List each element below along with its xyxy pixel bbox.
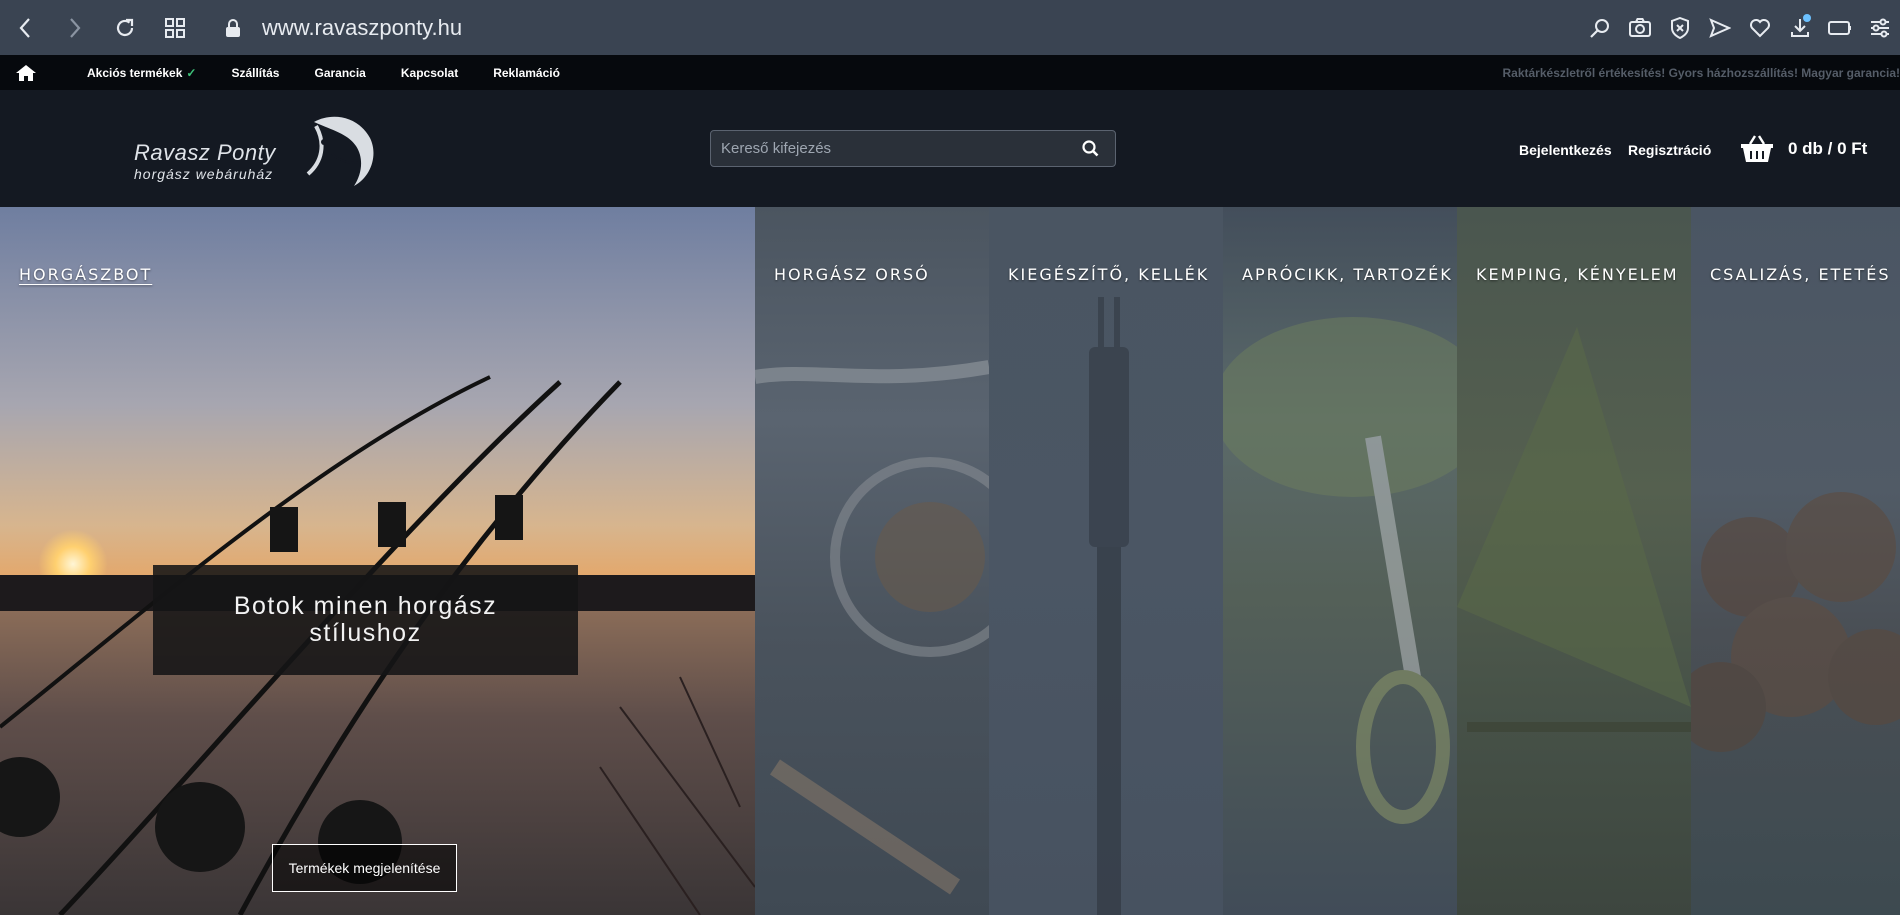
category-label-csalizas-etetes[interactable]: CSALIZÁS, ETETÉS bbox=[1710, 265, 1890, 284]
forward-icon[interactable] bbox=[50, 0, 100, 55]
search-input[interactable] bbox=[711, 131, 1065, 166]
site-logo[interactable]: Ravasz Ponty horgász webáruház bbox=[132, 104, 382, 194]
search-box bbox=[710, 130, 1116, 167]
bite-alarm-illustration bbox=[1089, 297, 1129, 915]
fishing-rods-illustration bbox=[0, 375, 755, 915]
browser-toolbar: www.ravaszponty.hu bbox=[0, 0, 1900, 55]
category-label-kemping-kenyelem[interactable]: KEMPING, KÉNYELEM bbox=[1476, 265, 1679, 284]
site-header: Ravasz Ponty horgász webáruház Bejelentk… bbox=[0, 90, 1900, 207]
logo-subtitle: horgász webáruház bbox=[134, 166, 274, 182]
cart-button[interactable]: 0 db / 0 Ft bbox=[1740, 134, 1867, 164]
show-products-button[interactable]: Termékek megjelenítése bbox=[272, 844, 457, 892]
nav-link-garancia[interactable]: Garancia bbox=[314, 66, 365, 80]
send-icon[interactable] bbox=[1700, 0, 1740, 55]
grid-icon[interactable] bbox=[150, 0, 200, 55]
promo-ticker: Raktárkészletről értékesítés! Gyors házh… bbox=[1502, 65, 1900, 80]
hero-panel-csalizas-etetes[interactable]: CSALIZÁS, ETETÉS bbox=[1691, 207, 1900, 915]
tent-illustration bbox=[1457, 327, 1691, 732]
address-bar[interactable]: www.ravaszponty.hu bbox=[262, 15, 462, 41]
hero-panel-horgasz-orso[interactable]: HORGÁSZ ORSÓ bbox=[755, 207, 989, 915]
back-icon[interactable] bbox=[0, 0, 50, 55]
lock-icon bbox=[222, 18, 244, 38]
cart-summary: 0 db / 0 Ft bbox=[1788, 139, 1868, 158]
shield-icon[interactable] bbox=[1660, 0, 1700, 55]
hero-panel-kiegeszito-kellek[interactable]: KIEGÉSZÍTŐ, KELLÉK bbox=[989, 207, 1223, 915]
register-link[interactable]: Regisztráció bbox=[1628, 142, 1711, 158]
home-icon[interactable] bbox=[0, 64, 52, 82]
line-spool-illustration bbox=[1223, 317, 1457, 824]
category-hero: HORGÁSZBOT Botok minen horgász stílushoz… bbox=[0, 207, 1900, 915]
hero-panel-horgaszbot[interactable]: HORGÁSZBOT Botok minen horgász stílushoz… bbox=[0, 207, 755, 915]
heart-icon[interactable] bbox=[1740, 0, 1780, 55]
hero-panel-kemping-kenyelem[interactable]: KEMPING, KÉNYELEM bbox=[1457, 207, 1691, 915]
nav-link-szallitas[interactable]: Szállítás bbox=[231, 66, 279, 80]
hero-caption: Botok minen horgász stílushoz bbox=[153, 565, 578, 675]
battery-icon[interactable] bbox=[1820, 0, 1860, 55]
hero-panel-aprocikk-tartozek[interactable]: APRÓCIKK, TARTOZÉK bbox=[1223, 207, 1457, 915]
category-label-aprocikk-tartozek[interactable]: APRÓCIKK, TARTOZÉK bbox=[1242, 265, 1453, 284]
settings-icon[interactable] bbox=[1860, 0, 1900, 55]
top-nav-bar: Akciós termékek ✓ Szállítás Garancia Kapc… bbox=[0, 55, 1900, 90]
nav-link-kapcsolat[interactable]: Kapcsolat bbox=[401, 66, 458, 80]
logo-title: Ravasz Ponty bbox=[134, 140, 276, 165]
nav-link-reklamacio[interactable]: Reklamáció bbox=[493, 66, 560, 80]
category-label-horgaszbot[interactable]: HORGÁSZBOT bbox=[19, 265, 152, 284]
download-badge bbox=[1803, 14, 1811, 22]
boilies-illustration bbox=[1691, 492, 1900, 752]
login-link[interactable]: Bejelentkezés bbox=[1519, 142, 1612, 158]
category-label-kiegeszito-kellek[interactable]: KIEGÉSZÍTŐ, KELLÉK bbox=[1008, 265, 1209, 284]
carp-logo-icon bbox=[306, 116, 374, 186]
category-label-horgasz-orso[interactable]: HORGÁSZ ORSÓ bbox=[774, 265, 930, 284]
camera-icon[interactable] bbox=[1620, 0, 1660, 55]
check-icon: ✓ bbox=[186, 65, 197, 80]
zoom-icon[interactable] bbox=[1580, 0, 1620, 55]
nav-link-akcios-termekek[interactable]: Akciós termékek ✓ bbox=[87, 66, 196, 80]
download-icon[interactable] bbox=[1780, 0, 1820, 55]
search-icon[interactable] bbox=[1065, 140, 1115, 157]
reel-illustration bbox=[755, 360, 989, 895]
basket-icon bbox=[1741, 135, 1773, 162]
reload-icon[interactable] bbox=[100, 0, 150, 55]
